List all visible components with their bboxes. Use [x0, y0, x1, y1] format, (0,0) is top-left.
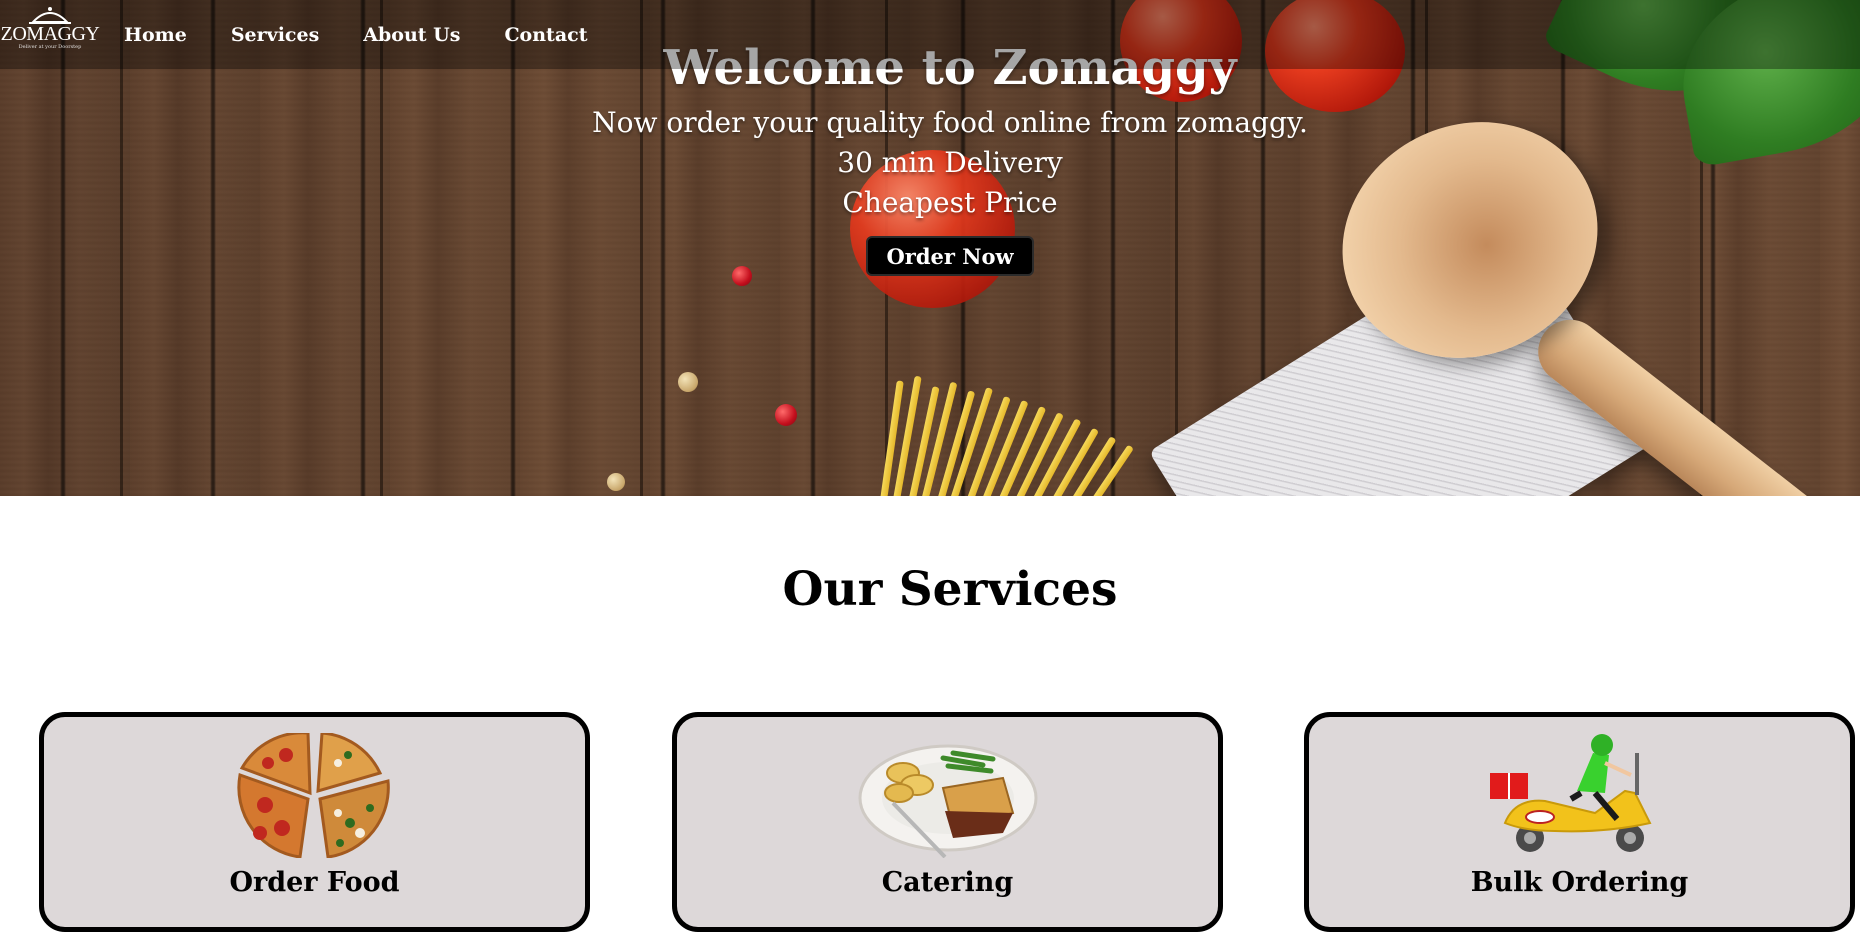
peppercorn-decoration	[732, 266, 752, 286]
service-card-order-food[interactable]: Order Food	[39, 712, 590, 932]
nav-about-link[interactable]: About Us	[363, 20, 460, 50]
hero-subtitle: Now order your quality food online from …	[592, 106, 1308, 139]
brand-logo[interactable]: ZOMAGGY Deliver at your Doorstep	[0, 6, 100, 62]
brand-tagline: Deliver at your Doorstep	[18, 44, 82, 50]
service-title: Bulk Ordering	[1470, 867, 1689, 898]
plated-meal-image	[858, 744, 1037, 858]
nav-links: Home Services About Us Contact	[124, 0, 631, 69]
pizza-slices-image	[236, 733, 390, 858]
peppercorn-decoration	[678, 372, 698, 392]
order-now-button[interactable]: Order Now	[866, 236, 1034, 276]
nav-services-link[interactable]: Services	[231, 20, 319, 50]
peppercorn-decoration	[775, 404, 797, 426]
service-card-bulk-ordering[interactable]: Bulk Ordering	[1304, 712, 1855, 932]
nav-contact-link[interactable]: Contact	[504, 20, 587, 50]
hero-price-line: Cheapest Price	[842, 186, 1058, 219]
top-navbar: ZOMAGGY Deliver at your Doorstep Home Se…	[0, 0, 1860, 69]
services-heading: Our Services	[782, 562, 1118, 617]
brand-name: ZOMAGGY	[0, 23, 100, 45]
nav-home-link[interactable]: Home	[124, 20, 187, 50]
peppercorn-decoration	[607, 473, 625, 491]
hero-delivery-line: 30 min Delivery	[837, 146, 1063, 179]
service-title: Order Food	[229, 867, 400, 898]
service-card-catering[interactable]: Catering	[672, 712, 1223, 932]
service-title: Catering	[881, 867, 1014, 898]
delivery-scooter-image	[1489, 734, 1651, 852]
hero-banner: Welcome to Zomaggy Now order your qualit…	[0, 0, 1860, 496]
